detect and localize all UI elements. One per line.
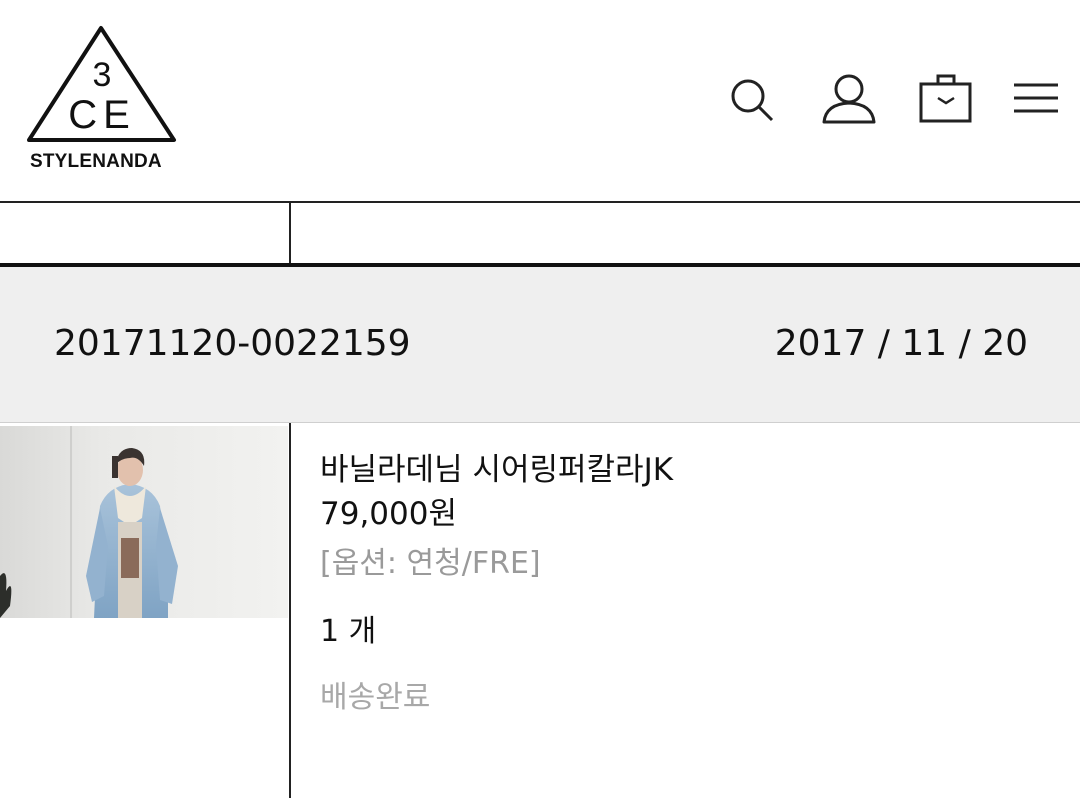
product-info: 바닐라데님 시어링퍼칼라JK 79,000원 [옵션: 연청/FRE] 1 개 … — [320, 450, 673, 718]
product-thumbnail[interactable] — [0, 426, 288, 618]
order-number[interactable]: 20171120-0022159 — [54, 323, 411, 364]
order-header: 20171120-0022159 2017 / 11 / 20 — [0, 267, 1080, 423]
product-quantity: 1 개 — [320, 614, 377, 649]
menu-icon[interactable] — [1012, 70, 1060, 128]
order-date: 2017 / 11 / 20 — [774, 323, 1028, 364]
tab-left[interactable] — [0, 203, 289, 264]
site-header: 3 CE STYLENANDA — [0, 0, 1080, 201]
search-icon[interactable] — [728, 70, 776, 128]
tab-right[interactable] — [291, 203, 1080, 264]
product-name[interactable]: 바닐라데님 시어링퍼칼라JK — [320, 450, 673, 490]
brand-name: STYLENANDA — [30, 151, 162, 172]
product-option: [옵션: 연청/FRE] — [320, 546, 541, 581]
logo-mark-ce: CE — [68, 93, 136, 137]
delivery-status: 배송완료 — [320, 680, 431, 715]
product-column-separator — [289, 423, 291, 798]
logo-mark-3: 3 — [93, 56, 112, 94]
user-icon[interactable] — [820, 70, 878, 128]
shopping-bag-icon[interactable] — [918, 70, 974, 128]
tab-row — [0, 203, 1080, 264]
product-price: 79,000원 — [320, 496, 457, 532]
